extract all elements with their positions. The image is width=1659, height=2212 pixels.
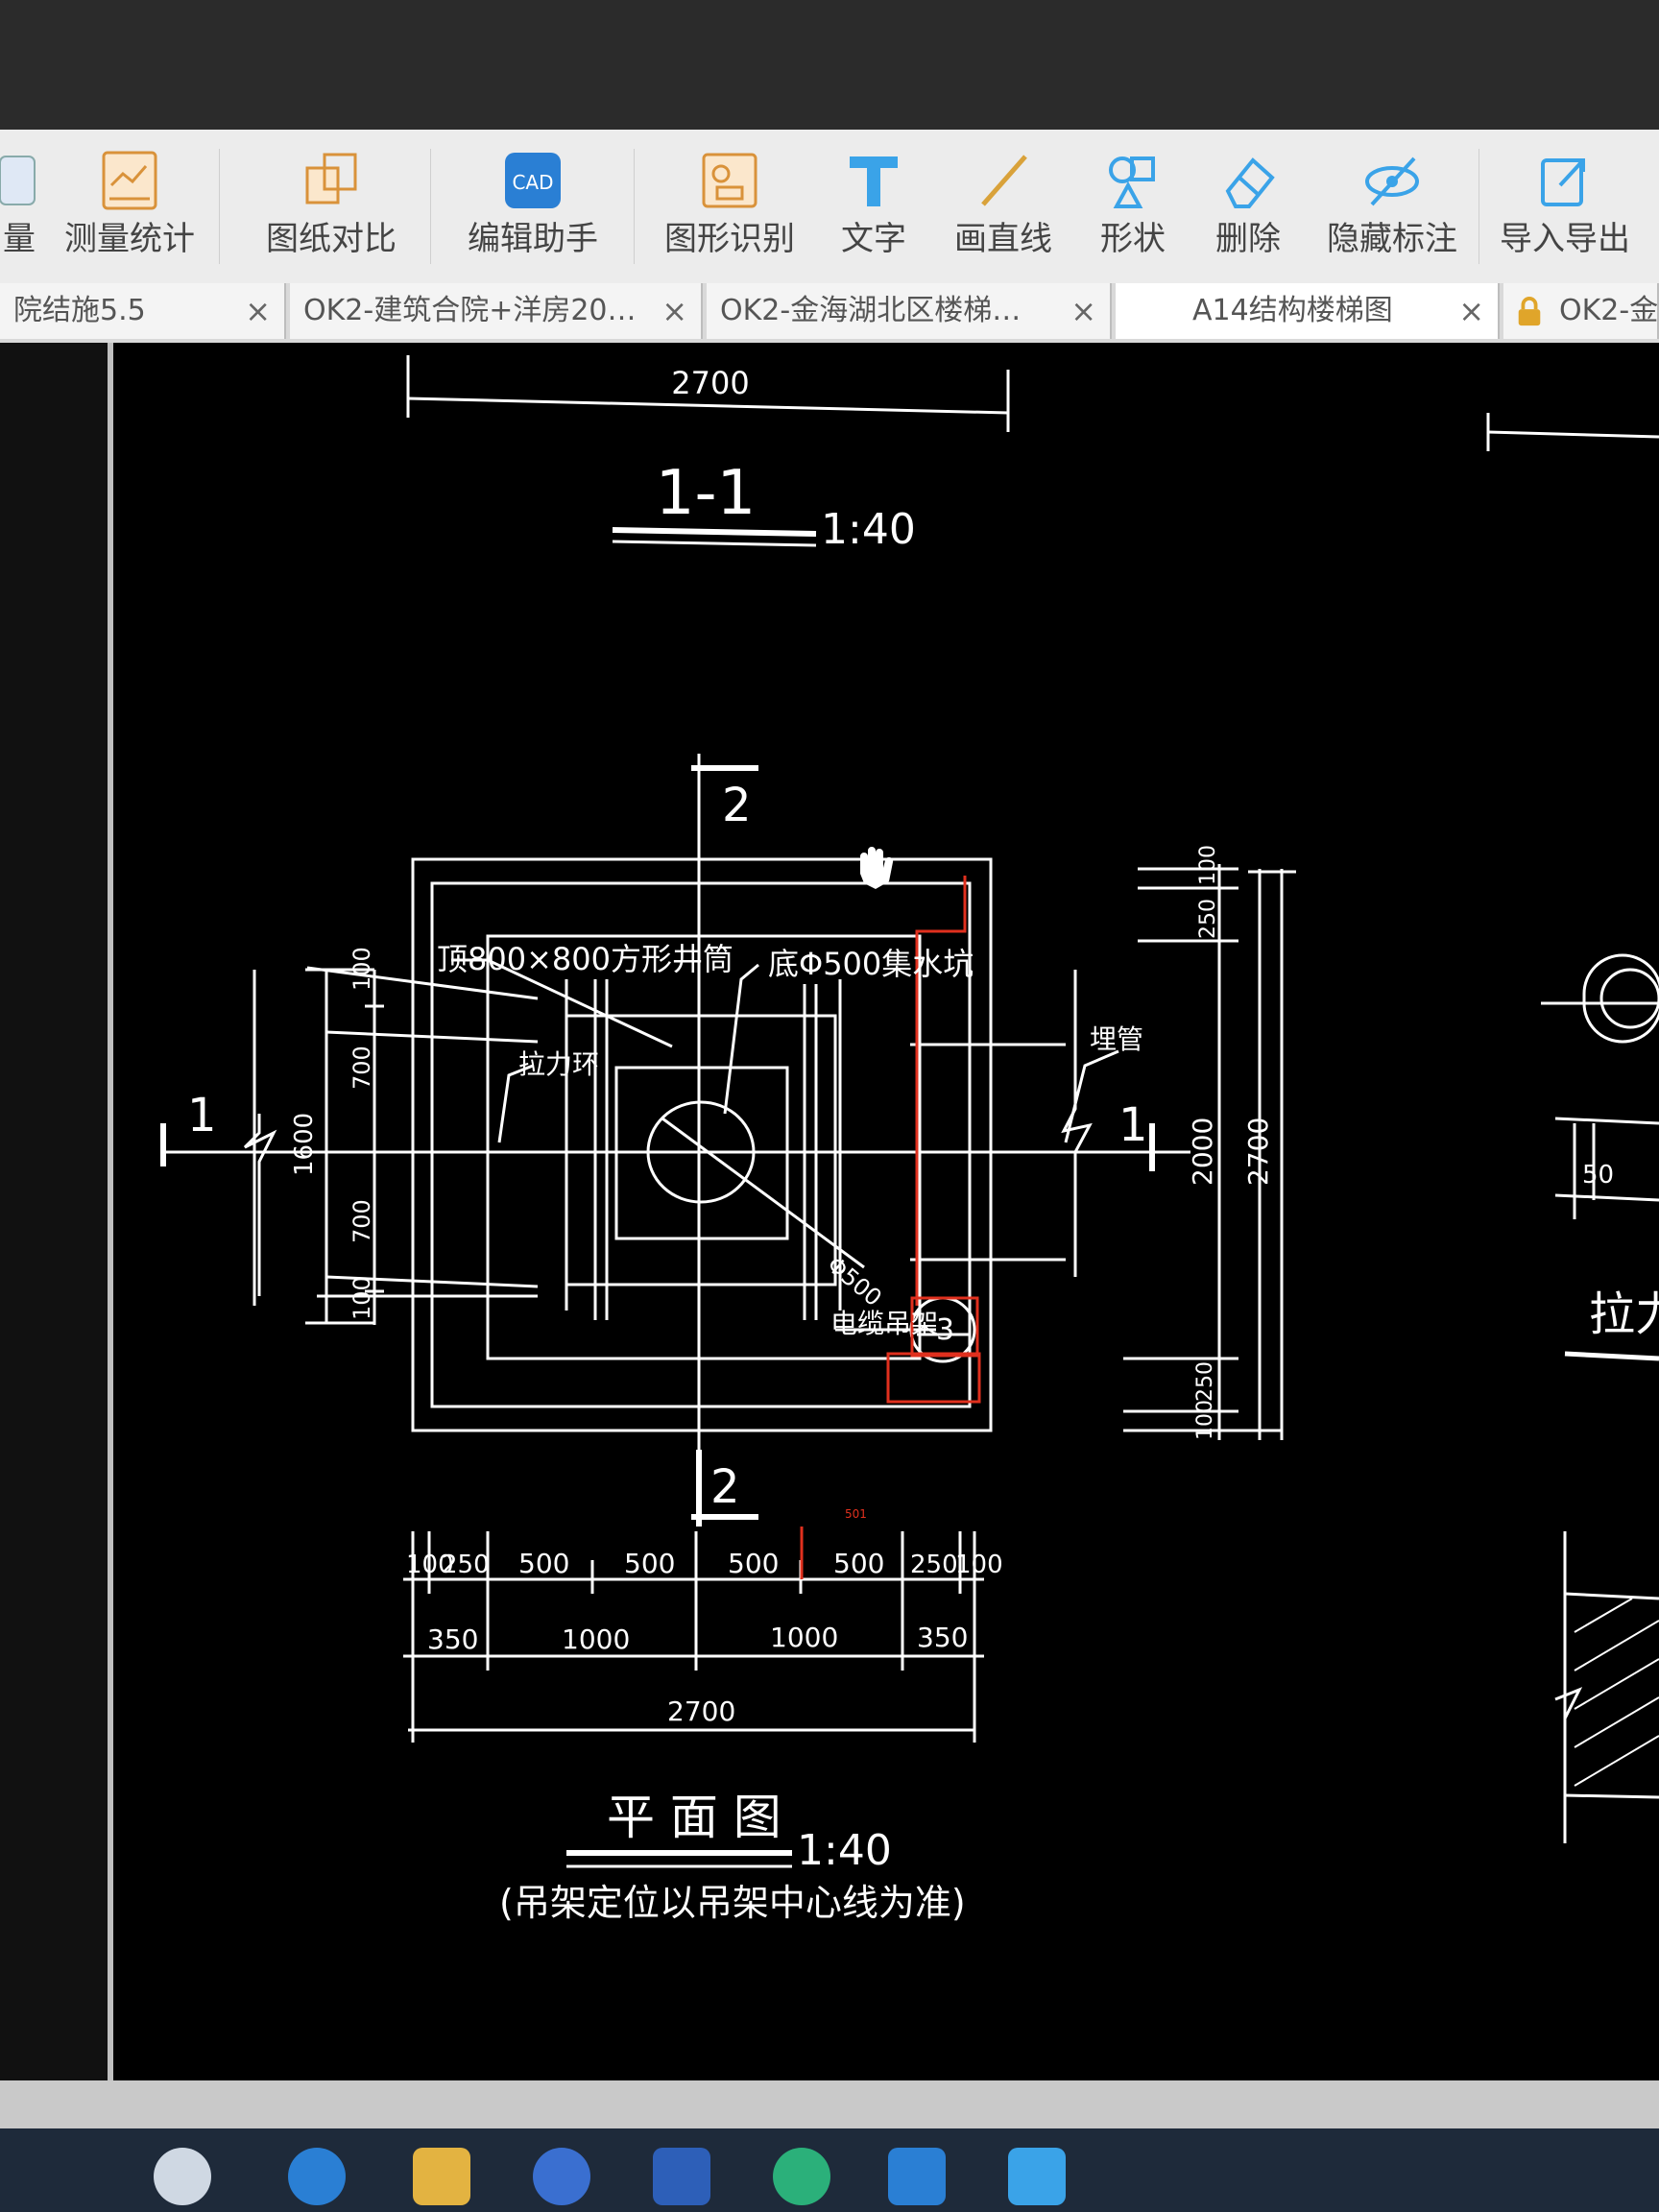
- bottom-total-dim: 2700: [667, 1695, 735, 1727]
- taskbar-app-icon[interactable]: [1008, 2148, 1066, 2205]
- right-partial-label: 拉力: [1589, 1287, 1659, 1341]
- bottom-dim-2: 250: [442, 1551, 490, 1579]
- bottom-dim-row2-2: 1000: [562, 1623, 630, 1655]
- sump-label: 底Φ500集水坑: [768, 946, 974, 982]
- folder-icon[interactable]: [413, 2148, 470, 2205]
- axis-marker-1-right: 1: [1118, 1098, 1148, 1152]
- section-title: 1-1: [656, 458, 757, 529]
- left-dim-4: 100: [349, 1276, 375, 1320]
- bottom-dim-7: 250: [910, 1551, 958, 1579]
- red-dim: 501: [845, 1507, 867, 1521]
- top-dim-label: 2700: [671, 365, 749, 401]
- cad-drawing: 2700 1-1 1:40 2 2 1 1 顶800×800方形井筒 底Φ500…: [160, 355, 1659, 1924]
- bottom-dim-row2-3: 1000: [770, 1622, 838, 1653]
- bottom-dim-row2-4: 350: [917, 1622, 968, 1653]
- os-taskbar: [0, 2128, 1659, 2212]
- plan-note: (吊架定位以吊架中心线为准): [499, 1882, 966, 1924]
- cable-label: 电缆吊架: [830, 1308, 938, 1339]
- right-dim-bottom-1: 250: [1193, 1361, 1217, 1402]
- bottom-dim-3: 500: [518, 1548, 569, 1579]
- status-bar: [0, 2080, 1659, 2128]
- taskbar-app-icon[interactable]: [154, 2148, 211, 2205]
- right-dim-top-2: 250: [1196, 899, 1220, 939]
- bottom-dim-8: 100: [955, 1551, 1003, 1579]
- bottom-dim-5: 500: [728, 1548, 779, 1579]
- left-dim-2: 700: [349, 1046, 375, 1090]
- plan-title: 平 面 图: [607, 1790, 781, 1845]
- right-mid-dim: 2000: [1187, 1118, 1218, 1186]
- cad-taskbar-icon[interactable]: [888, 2148, 946, 2205]
- left-dim-3: 700: [349, 1199, 375, 1243]
- taskbar-app-icon[interactable]: [773, 2148, 830, 2205]
- detail-label: 3: [936, 1313, 954, 1347]
- section-scale: 1:40: [821, 505, 916, 554]
- bottom-dim-row2-1: 350: [427, 1623, 478, 1655]
- axis-marker-1-left: 1: [187, 1089, 217, 1142]
- plan-scale: 1:40: [797, 1826, 892, 1875]
- pipe-label: 埋管: [1090, 1023, 1143, 1055]
- bottom-dim-6: 500: [833, 1548, 884, 1579]
- axis-marker-2-bottom: 2: [710, 1460, 740, 1514]
- right-total-dim: 2700: [1242, 1118, 1274, 1186]
- right-partial-dim: 50: [1582, 1161, 1614, 1190]
- taskbar-app-icon[interactable]: [533, 2148, 590, 2205]
- left-dim-1: 100: [349, 947, 375, 991]
- bottom-dim-4: 500: [624, 1548, 675, 1579]
- axis-marker-2-top: 2: [722, 779, 752, 832]
- left-total-dim: 1600: [290, 1113, 319, 1176]
- browser-icon[interactable]: [288, 2148, 346, 2205]
- ring-label: 拉力环: [518, 1048, 599, 1080]
- well-label: 顶800×800方形井筒: [437, 941, 733, 977]
- right-dim-bottom-2: 100: [1193, 1400, 1217, 1440]
- taskbar-app-icon[interactable]: [653, 2148, 710, 2205]
- right-dim-top-1: 100: [1196, 845, 1220, 885]
